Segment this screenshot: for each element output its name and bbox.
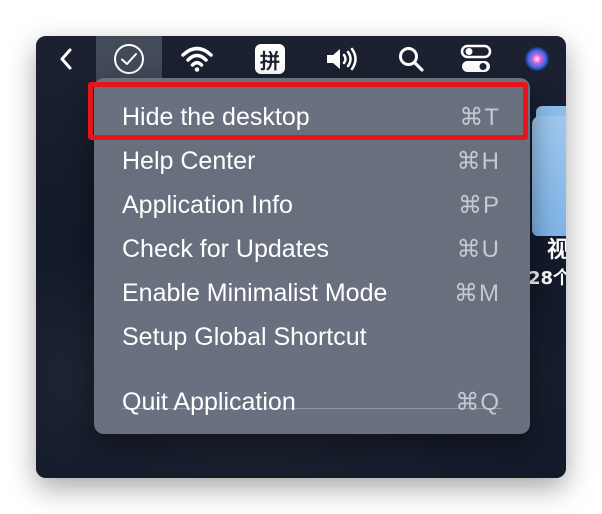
menu-item-label: Help Center — [122, 146, 256, 175]
wifi-icon[interactable] — [176, 36, 218, 82]
menu-item-shortcut: ⌘U — [456, 235, 500, 263]
menu-item-shortcut: ⌘H — [456, 147, 500, 175]
menu-item-shortcut: ⌘Q — [455, 388, 500, 416]
desktop-count-label: 28个 — [528, 268, 566, 289]
menu-item-label: Enable Minimalist Mode — [122, 278, 388, 307]
desktop-label: 视 — [547, 238, 566, 263]
menu-item-global-shortcut[interactable]: Setup Global Shortcut — [94, 315, 530, 359]
menu-item-check-updates[interactable]: Check for Updates ⌘U — [94, 227, 530, 271]
input-method-icon[interactable]: 拼 — [250, 36, 290, 82]
menu-item-quit[interactable]: Quit Application ⌘Q — [94, 380, 530, 424]
menu-item-minimalist-mode[interactable]: Enable Minimalist Mode ⌘M — [94, 271, 530, 315]
highlight-annotation — [88, 82, 528, 140]
menu-item-label: Setup Global Shortcut — [122, 322, 367, 351]
siri-icon[interactable] — [522, 36, 552, 82]
back-chevron-icon[interactable] — [52, 36, 80, 82]
menu-item-label: Application Info — [122, 190, 293, 219]
menu-item-label: Check for Updates — [122, 234, 330, 263]
menu-item-application-info[interactable]: Application Info ⌘P — [94, 183, 530, 227]
menu-bar: 拼 — [36, 36, 566, 82]
menu-item-label: Quit Application — [122, 387, 296, 416]
menu-item-shortcut: ⌘M — [454, 279, 500, 307]
folder-icon[interactable] — [532, 116, 566, 236]
volume-icon[interactable] — [322, 36, 362, 82]
checkmark-circle-icon[interactable] — [96, 36, 162, 82]
control-center-icon[interactable] — [458, 36, 494, 82]
input-method-label: 拼 — [255, 44, 285, 74]
menu-item-help-center[interactable]: Help Center ⌘H — [94, 139, 530, 183]
search-icon[interactable] — [394, 36, 428, 82]
menu-item-shortcut: ⌘P — [457, 191, 500, 219]
